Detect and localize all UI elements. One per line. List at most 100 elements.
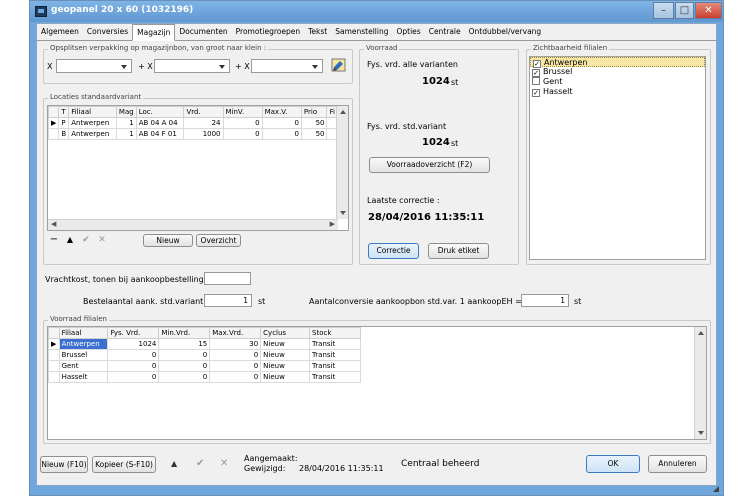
cell-loc[interactable]: AB 04 A 04 bbox=[135, 117, 185, 129]
scroll-up-icon[interactable] bbox=[340, 110, 346, 114]
cell-loc[interactable]: AB 04 F 01 bbox=[135, 128, 185, 140]
cell-mag[interactable]: 1 bbox=[115, 128, 137, 140]
cell-vrd[interactable]: 1000 bbox=[183, 128, 224, 140]
cell-filiaal[interactable]: Hasselt bbox=[58, 371, 109, 383]
cell-filiaal[interactable]: Gent bbox=[58, 360, 109, 372]
cell-stock[interactable]: Transit bbox=[309, 349, 361, 361]
scroll-right-icon[interactable]: ▶ bbox=[330, 220, 335, 228]
vrachtkost-input[interactable] bbox=[204, 272, 251, 285]
cell-min-vrd[interactable]: 15 bbox=[158, 338, 211, 350]
column-header-cyclus[interactable]: Cyclus bbox=[260, 327, 311, 339]
ok-button[interactable]: OK bbox=[586, 455, 640, 473]
table-row[interactable]: ▶ Antwerpen 1024 15 30 Nieuw Transit bbox=[48, 338, 361, 350]
locatie-new-button[interactable]: Nieuw bbox=[143, 234, 193, 247]
tab-conversies[interactable]: Conversies bbox=[83, 24, 132, 40]
cell-stock[interactable]: Transit bbox=[309, 371, 361, 383]
tab-opties[interactable]: Opties bbox=[392, 24, 424, 40]
cell-min-vrd[interactable]: 0 bbox=[158, 360, 211, 372]
tab-documenten[interactable]: Documenten bbox=[175, 24, 231, 40]
cell-minv[interactable]: 0 bbox=[222, 117, 263, 129]
locaties-vertical-scrollbar[interactable] bbox=[336, 106, 348, 219]
cell-prio[interactable]: 50 bbox=[300, 117, 328, 129]
cell-stock[interactable]: Transit bbox=[309, 360, 361, 372]
cell-max-vrd[interactable]: 0 bbox=[209, 349, 262, 361]
cell-min-vrd[interactable]: 0 bbox=[158, 371, 211, 383]
table-row[interactable]: Gent 0 0 0 Nieuw Transit bbox=[48, 360, 361, 372]
annuleren-button[interactable]: Annuleren bbox=[648, 455, 707, 473]
cell-stock[interactable]: Transit bbox=[309, 338, 361, 350]
title-bar[interactable]: geopanel 20 x 60 (1032196) – □ ✕ bbox=[30, 1, 723, 22]
cell-minv[interactable]: 0 bbox=[222, 128, 263, 140]
cell-cyclus[interactable]: Nieuw bbox=[260, 349, 311, 361]
locaties-horizontal-scrollbar[interactable]: ◀ ▶ bbox=[48, 219, 338, 230]
move-up-icon[interactable]: ▲ bbox=[63, 234, 77, 247]
filialen-grid[interactable]: Filiaal Fys. Vrd. Min.Vrd. Max.Vrd. Cycl… bbox=[47, 326, 707, 440]
locaties-grid[interactable]: T Filiaal Mag Loc. Vrd. MinV. Max.V. Pri… bbox=[47, 105, 349, 231]
split-combo-1[interactable] bbox=[56, 59, 132, 73]
cell-max-vrd[interactable]: 0 bbox=[209, 371, 262, 383]
split-combo-3[interactable] bbox=[251, 59, 323, 73]
column-header-minv[interactable]: MinV. bbox=[222, 106, 263, 118]
column-header-min-vrd[interactable]: Min.Vrd. bbox=[158, 327, 211, 339]
cell-fys-vrd[interactable]: 0 bbox=[107, 360, 160, 372]
cell-maxv[interactable]: 0 bbox=[261, 128, 302, 140]
cancel-icon[interactable]: ✕ bbox=[95, 234, 109, 247]
resize-grip-icon[interactable]: ◢ bbox=[713, 484, 719, 493]
cell-max-vrd[interactable]: 30 bbox=[209, 338, 262, 350]
column-header-vrd[interactable]: Vrd. bbox=[183, 106, 224, 118]
column-header-loc[interactable]: Loc. bbox=[135, 106, 185, 118]
cell-filiaal[interactable]: Antwerpen bbox=[68, 128, 117, 140]
close-button[interactable]: ✕ bbox=[695, 2, 722, 19]
list-item-antwerpen[interactable]: ✓ Antwerpen bbox=[530, 57, 705, 68]
split-combo-2[interactable] bbox=[154, 59, 230, 73]
correctie-button[interactable]: Correctie bbox=[368, 243, 419, 259]
maximize-button[interactable]: □ bbox=[675, 2, 694, 19]
minimize-button[interactable]: – bbox=[653, 2, 674, 19]
tab-samenstelling[interactable]: Samenstelling bbox=[331, 24, 392, 40]
cell-max-vrd[interactable]: 0 bbox=[209, 360, 262, 372]
filialen-vertical-scrollbar[interactable] bbox=[694, 327, 706, 439]
bestelaantal-input[interactable]: 1 bbox=[204, 294, 252, 307]
tab-centrale[interactable]: Centrale bbox=[425, 24, 465, 40]
cell-filiaal[interactable]: Antwerpen bbox=[68, 117, 117, 129]
cell-t[interactable]: B bbox=[58, 128, 70, 140]
cell-fys-vrd[interactable]: 0 bbox=[107, 371, 160, 383]
save-check-icon[interactable]: ✔ bbox=[196, 458, 204, 469]
column-header-t[interactable]: T bbox=[58, 106, 70, 118]
move-up-icon[interactable]: ▲ bbox=[171, 459, 177, 468]
tab-ontdubbel[interactable]: Ontdubbel/vervang bbox=[465, 24, 546, 40]
cell-cyclus[interactable]: Nieuw bbox=[260, 360, 311, 372]
table-row[interactable]: Brussel 0 0 0 Nieuw Transit bbox=[48, 349, 361, 361]
column-header-max-vrd[interactable]: Max.Vrd. bbox=[209, 327, 262, 339]
list-item-gent[interactable]: Gent bbox=[530, 77, 705, 87]
column-header-prio[interactable]: Prio bbox=[300, 106, 328, 118]
scroll-left-icon[interactable]: ◀ bbox=[51, 220, 56, 228]
list-item-hasselt[interactable]: ✓ Hasselt bbox=[530, 87, 705, 97]
column-header-fys-vrd[interactable]: Fys. Vrd. bbox=[107, 327, 160, 339]
column-header-filiaal[interactable]: Filiaal bbox=[58, 327, 109, 339]
cell-filiaal[interactable]: Antwerpen bbox=[58, 338, 109, 350]
cell-cyclus[interactable]: Nieuw bbox=[260, 338, 311, 350]
cell-maxv[interactable]: 0 bbox=[261, 117, 302, 129]
column-header-mag[interactable]: Mag bbox=[115, 106, 137, 118]
cell-fys-vrd[interactable]: 0 bbox=[107, 349, 160, 361]
check-icon[interactable]: ✔ bbox=[79, 234, 93, 247]
column-header-maxv[interactable]: Max.V. bbox=[261, 106, 302, 118]
druk-etiket-button[interactable]: Druk etiket bbox=[428, 243, 489, 259]
edit-icon[interactable] bbox=[331, 58, 347, 73]
aantalconversie-input[interactable]: 1 bbox=[521, 294, 569, 307]
scroll-up-icon[interactable] bbox=[698, 331, 704, 335]
cell-min-vrd[interactable]: 0 bbox=[158, 349, 211, 361]
copy-record-button[interactable]: Kopieer (S-F10) bbox=[92, 456, 156, 473]
voorraadoverzicht-button[interactable]: Voorraadoverzicht (F2) bbox=[369, 157, 490, 173]
scroll-down-icon[interactable] bbox=[340, 211, 346, 215]
filialen-checklist[interactable]: ✓ Antwerpen ✓ Brussel Gent ✓ Hasselt bbox=[529, 56, 706, 260]
tab-algemeen[interactable]: Algemeen bbox=[37, 24, 83, 40]
cell-cyclus[interactable]: Nieuw bbox=[260, 371, 311, 383]
scroll-down-icon[interactable] bbox=[698, 431, 704, 435]
checkbox-checked-icon[interactable]: ✓ bbox=[532, 89, 540, 97]
cell-prio[interactable]: 50 bbox=[300, 128, 328, 140]
checkbox-checked-icon[interactable]: ✓ bbox=[532, 69, 540, 77]
locatie-overzicht-button[interactable]: Overzicht bbox=[196, 234, 241, 247]
cell-mag[interactable]: 1 bbox=[115, 117, 137, 129]
